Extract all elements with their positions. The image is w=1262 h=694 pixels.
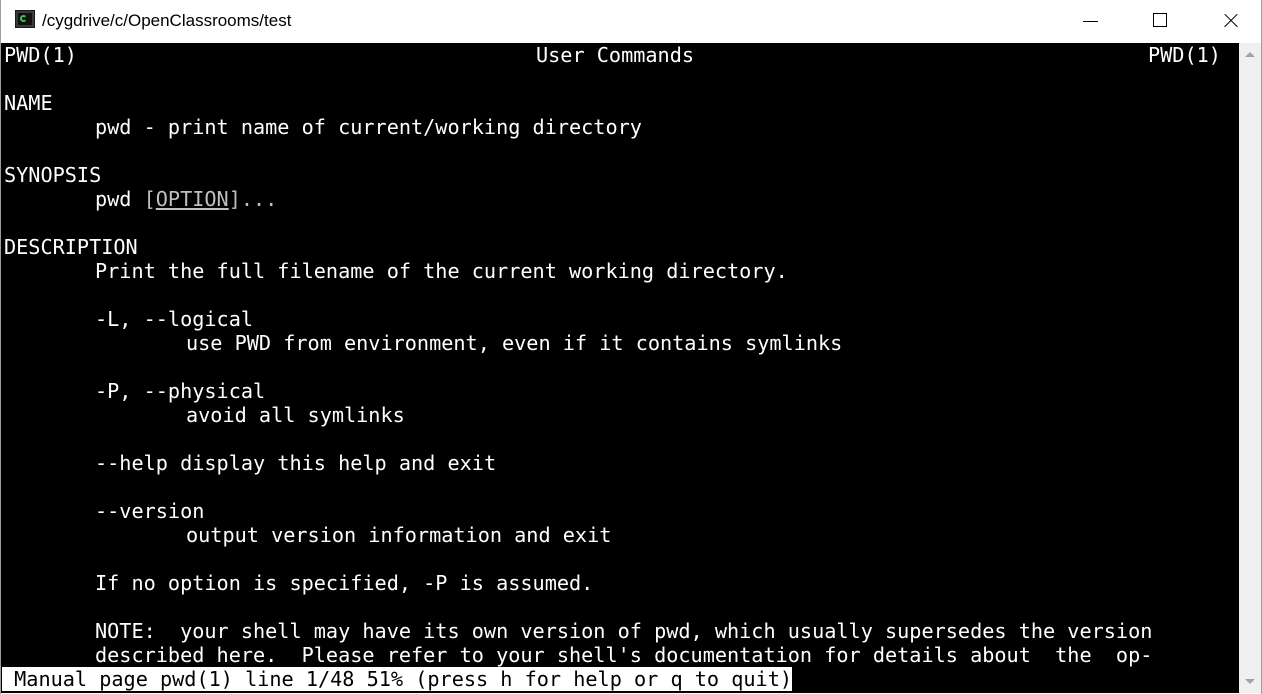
option-help: --help [95,451,168,475]
option-physical: -P, --physical [95,379,266,403]
section-heading-description: DESCRIPTION [4,235,138,259]
man-header-right: PWD(1) [1148,43,1221,67]
synopsis-line: pwd [OPTION]... [95,187,277,211]
synopsis-ellipsis: ]... [228,187,278,211]
synopsis-bracket: [ [143,187,156,211]
note-line-2: described here. Please refer to your she… [95,643,1153,667]
section-heading-name: NAME [4,91,53,115]
default-option-note: If no option is specified, -P is assumed… [95,571,594,595]
option-version: --version [95,499,205,523]
name-text: pwd - print name of current/working dire… [95,115,642,139]
pager-status-bar: Manual page pwd(1) line 1/48 51% (press … [2,667,793,691]
synopsis-option: OPTION [155,187,229,211]
terminal-icon[interactable] [15,10,35,28]
option-help-line: --help display this help and exit [95,451,496,475]
title-bar[interactable]: /cygdrive/c/OpenClassrooms/test [1,0,1261,43]
option-help-description: display this help and exit [180,451,497,475]
option-logical-description: use PWD from environment, even if it con… [186,331,843,355]
description-text: Print the full filename of the current w… [95,259,788,283]
option-logical: -L, --logical [95,307,254,331]
terminal-output[interactable]: PWD(1) User Commands PWD(1) NAME pwd - p… [1,43,1239,693]
scroll-up-arrow-icon[interactable] [1239,43,1261,65]
option-physical-description: avoid all symlinks [186,403,405,427]
man-header-center: User Commands [536,43,695,67]
scroll-down-arrow-icon[interactable] [1239,671,1261,693]
terminal-window: /cygdrive/c/OpenClassrooms/test PWD(1) U… [0,0,1262,694]
window-title: /cygdrive/c/OpenClassrooms/test [42,11,292,30]
minimize-button[interactable] [1068,0,1114,43]
vertical-scrollbar[interactable] [1239,43,1261,693]
option-version-description: output version information and exit [186,523,612,547]
maximize-button[interactable] [1137,0,1183,43]
section-heading-synopsis: SYNOPSIS [4,163,102,187]
note-line-1: NOTE: your shell may have its own versio… [95,619,1153,643]
synopsis-command: pwd [95,187,132,211]
close-button[interactable] [1207,0,1253,43]
man-header-left: PWD(1) [4,43,77,67]
